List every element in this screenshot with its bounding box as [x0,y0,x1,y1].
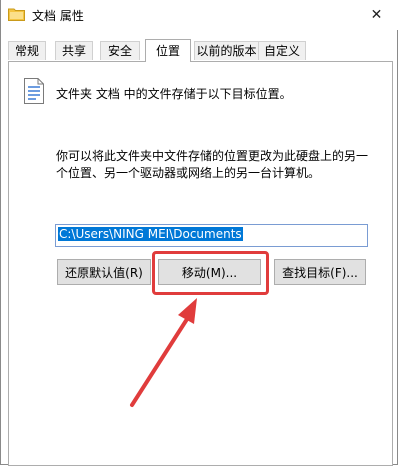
tab-location[interactable]: 位置 [145,39,191,62]
annotation-arrow [130,298,197,407]
